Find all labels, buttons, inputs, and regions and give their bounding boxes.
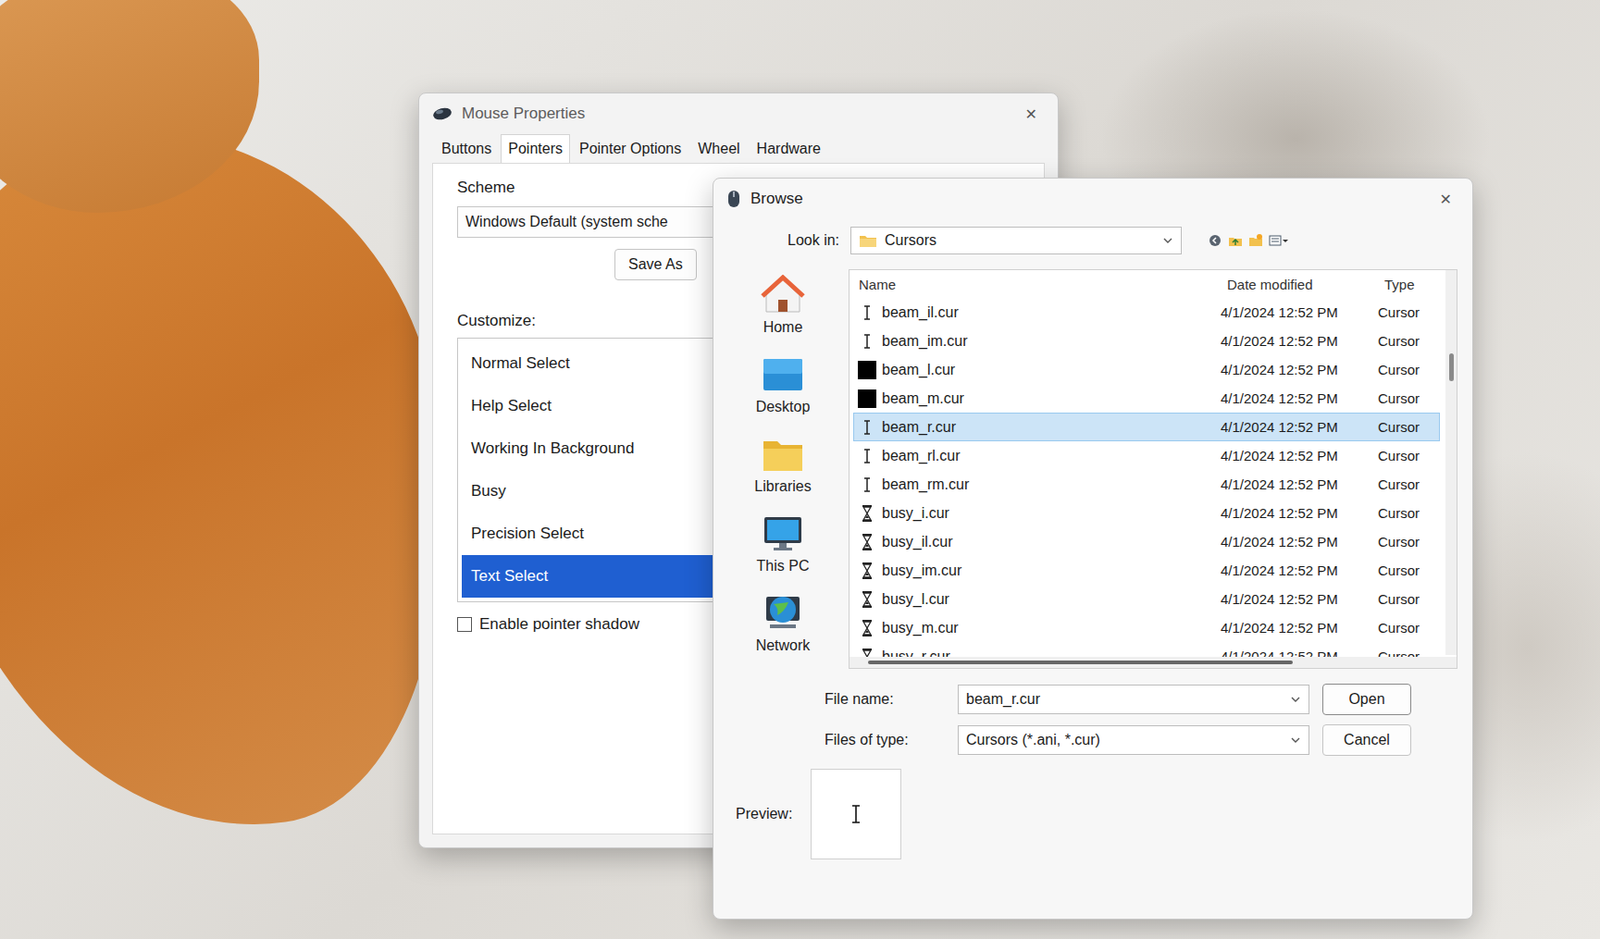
chevron-down-icon	[1162, 236, 1174, 245]
file-row[interactable]: busy_i.cur4/1/2024 12:52 PMCursor	[853, 498, 1440, 528]
tab[interactable]: Wheel	[690, 134, 747, 163]
network-icon	[760, 593, 806, 634]
horizontal-scrollbar[interactable]	[849, 657, 1457, 669]
chevron-down-icon	[1289, 695, 1302, 704]
hourglass-icon	[857, 590, 877, 609]
place-item[interactable]: Home	[728, 269, 838, 342]
place-item[interactable]: Libraries	[728, 428, 838, 501]
browse-dialog: Browse ✕ Look in: Cursors HomeDesktopLibrari…	[712, 177, 1474, 920]
close-button[interactable]: ✕	[1432, 186, 1460, 212]
hourglass-icon	[857, 619, 877, 638]
file-row[interactable]: beam_rm.cur4/1/2024 12:52 PMCursor	[853, 470, 1440, 499]
text-beam-icon	[857, 303, 877, 323]
cancel-button[interactable]: Cancel	[1322, 724, 1412, 757]
file-fields: File name: beam_r.cur Open Files of type: Cu…	[713, 669, 1473, 757]
folder-icon	[858, 233, 878, 249]
desktop-icon	[760, 354, 806, 396]
tab[interactable]: Pointers	[500, 134, 571, 163]
vertical-scrollbar[interactable]	[1445, 270, 1457, 656]
column-header[interactable]: Date modified	[1221, 276, 1379, 293]
checkbox[interactable]	[457, 617, 472, 633]
file-name-field[interactable]: beam_r.cur	[957, 684, 1310, 715]
mouse-icon	[432, 106, 453, 122]
text-beam-icon	[857, 332, 877, 351]
file-row[interactable]: beam_m.cur4/1/2024 12:52 PMCursor	[853, 384, 1440, 413]
window-title: Mouse Properties	[461, 104, 585, 124]
text-beam-icon	[857, 418, 877, 437]
file-row[interactable]: beam_rl.cur4/1/2024 12:52 PMCursor	[853, 441, 1440, 471]
preview: Preview:	[713, 756, 1473, 860]
tab[interactable]: Pointer Options	[571, 134, 689, 163]
hourglass-icon	[857, 504, 877, 523]
file-row[interactable]: busy_l.cur4/1/2024 12:52 PMCursor	[853, 584, 1440, 614]
view-menu-icon[interactable]	[1268, 233, 1290, 249]
chevron-down-icon	[1289, 736, 1302, 745]
place-item[interactable]: Network	[728, 587, 838, 660]
places-bar: HomeDesktopLibrariesThis PCNetwork	[728, 269, 838, 670]
close-button[interactable]: ✕	[1017, 101, 1045, 127]
text-beam-icon	[857, 475, 877, 495]
text-beam-icon	[857, 446, 877, 466]
checkbox-label: Enable pointer shadow	[479, 615, 640, 634]
window-title: Browse	[750, 189, 804, 209]
preview-label: Preview:	[735, 806, 793, 823]
hourglass-icon	[857, 533, 877, 552]
new-folder-icon[interactable]	[1248, 233, 1264, 249]
mouse-icon	[726, 188, 742, 210]
toolbar	[1207, 233, 1290, 249]
file-type-label: Files of type:	[824, 731, 945, 749]
file-row[interactable]: beam_im.cur4/1/2024 12:52 PMCursor	[853, 326, 1440, 356]
home-icon	[760, 274, 806, 316]
column-header-row: NameDate modifiedType	[853, 270, 1440, 298]
up-folder-icon[interactable]	[1227, 233, 1243, 249]
title-bar: Browse ✕	[713, 178, 1473, 220]
black-square-icon	[857, 360, 877, 380]
file-type-dropdown[interactable]: Cursors (*.ani, *.cur)	[957, 725, 1310, 756]
black-square-icon	[857, 389, 877, 409]
look-in-row: Look in: Cursors	[713, 219, 1473, 262]
open-button[interactable]: Open	[1322, 683, 1412, 716]
save-as-button[interactable]: Save As	[614, 248, 697, 281]
file-row[interactable]: busy_m.cur4/1/2024 12:52 PMCursor	[853, 613, 1440, 643]
look-in-dropdown[interactable]: Cursors	[850, 226, 1182, 255]
text-beam-icon	[848, 804, 864, 825]
wallpaper-sand	[0, 97, 491, 867]
file-row[interactable]: beam_il.cur4/1/2024 12:52 PMCursor	[853, 297, 1440, 327]
browse-body: HomeDesktopLibrariesThis PCNetworkNameDa…	[713, 261, 1473, 670]
look-in-label: Look in:	[787, 232, 840, 249]
file-row[interactable]: busy_il.cur4/1/2024 12:52 PMCursor	[853, 527, 1440, 557]
column-header[interactable]: Name	[853, 276, 1222, 293]
column-header[interactable]: Type	[1378, 276, 1440, 293]
place-item[interactable]: This PC	[728, 508, 838, 581]
file-row[interactable]: beam_r.cur4/1/2024 12:52 PMCursor	[853, 412, 1440, 442]
file-name-label: File name:	[824, 691, 945, 708]
title-bar: Mouse Properties ✕	[419, 93, 1058, 135]
place-item[interactable]: Desktop	[728, 348, 838, 422]
hourglass-icon	[857, 561, 877, 581]
tab-bar: ButtonsPointersPointer OptionsWheelHardw…	[419, 134, 1058, 163]
desktop: Mouse Properties ✕ ButtonsPointersPointer …	[0, 0, 1600, 939]
folder-icon	[760, 434, 806, 475]
preview-box	[810, 768, 902, 860]
tab[interactable]: Buttons	[434, 134, 499, 163]
file-row[interactable]: busy_im.cur4/1/2024 12:52 PMCursor	[853, 556, 1440, 585]
file-list: NameDate modifiedTypebeam_il.cur4/1/2024…	[848, 269, 1458, 670]
monitor-icon	[760, 513, 806, 555]
tab[interactable]: Hardware	[749, 134, 829, 163]
back-icon[interactable]	[1207, 233, 1223, 249]
file-row[interactable]: beam_l.cur4/1/2024 12:52 PMCursor	[853, 355, 1440, 385]
